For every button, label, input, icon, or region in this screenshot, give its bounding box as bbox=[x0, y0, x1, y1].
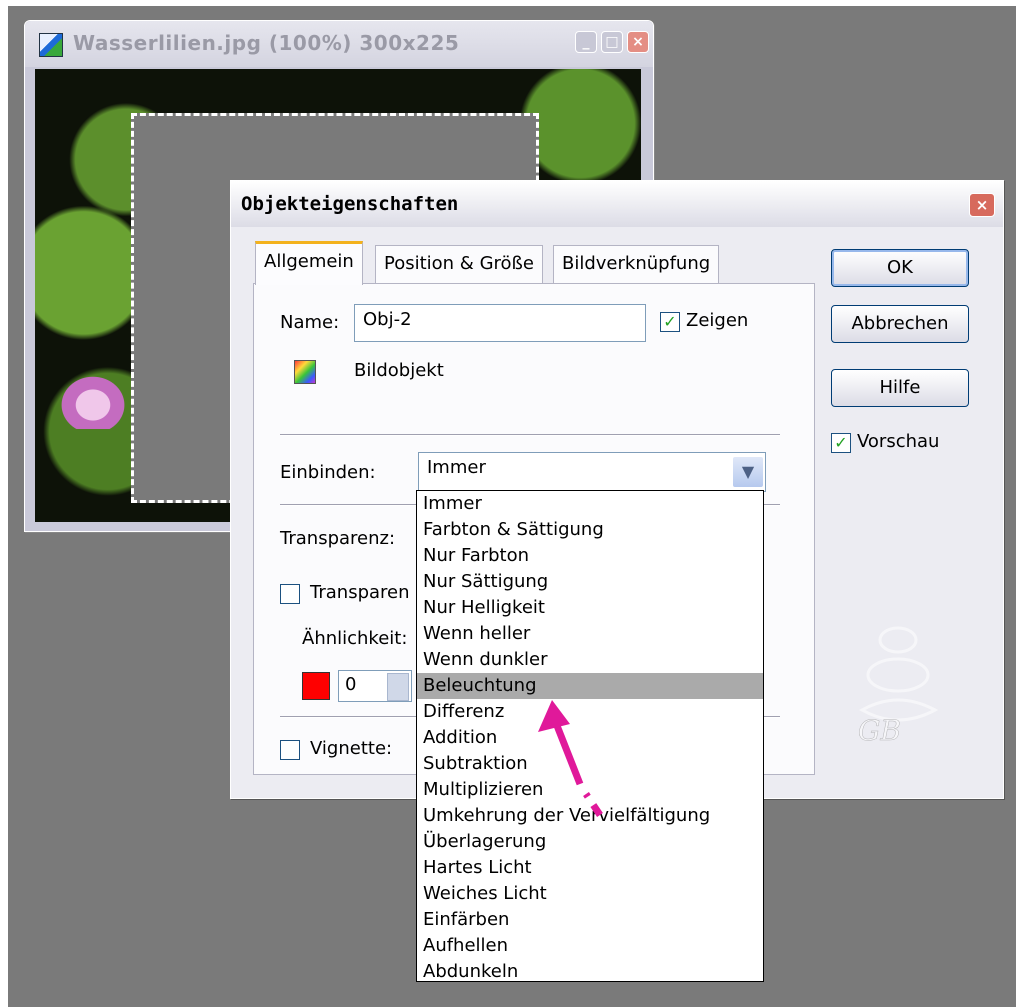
preview-checkbox[interactable]: ✓ bbox=[831, 433, 851, 453]
minimize-icon: _ bbox=[582, 34, 590, 50]
image-file-icon bbox=[39, 33, 63, 57]
water-lily-flower bbox=[53, 369, 133, 429]
dialog-close-button[interactable]: × bbox=[969, 193, 995, 217]
transparent-label: Transparen bbox=[310, 582, 410, 603]
close-icon: × bbox=[632, 34, 644, 50]
maximize-button[interactable]: □ bbox=[601, 31, 623, 53]
watermark-logo: GB bbox=[858, 626, 939, 747]
blend-mode-option[interactable]: Immer bbox=[417, 491, 763, 517]
show-checkbox[interactable]: ✓ bbox=[660, 312, 680, 332]
blend-mode-option[interactable]: Hartes Licht bbox=[417, 855, 763, 881]
blend-mode-option[interactable]: Einfärben bbox=[417, 907, 763, 933]
blend-mode-option[interactable]: Wenn dunkler bbox=[417, 647, 763, 673]
image-window-title: Wasserlilien.jpg (100%) 300x225 bbox=[73, 31, 460, 55]
svg-text:GB: GB bbox=[858, 714, 901, 747]
blend-mode-option[interactable]: Überlagerung bbox=[417, 829, 763, 855]
embed-label: Einbinden: bbox=[280, 462, 376, 483]
blend-mode-option[interactable]: Aufhellen bbox=[417, 933, 763, 959]
embed-select[interactable]: Immer bbox=[418, 452, 766, 492]
color-swatch[interactable] bbox=[302, 672, 330, 700]
cancel-button[interactable]: Abbrechen bbox=[831, 305, 969, 343]
vignette-checkbox[interactable] bbox=[280, 740, 300, 760]
preview-label: Vorschau bbox=[857, 431, 940, 452]
transparency-label: Transparenz: bbox=[280, 528, 396, 549]
tab-position-size[interactable]: Position & Größe bbox=[375, 245, 543, 283]
blend-mode-option[interactable]: Nur Helligkeit bbox=[417, 595, 763, 621]
separator bbox=[280, 434, 780, 436]
vignette-label: Vignette: bbox=[310, 738, 393, 759]
embed-select-value: Immer bbox=[427, 457, 486, 478]
close-button[interactable]: × bbox=[627, 31, 649, 53]
image-object-icon bbox=[294, 360, 316, 384]
spinner-value: 0 bbox=[345, 674, 357, 695]
object-type-label: Bildobjekt bbox=[354, 360, 444, 381]
maximize-icon: □ bbox=[605, 34, 619, 50]
spinner-arrows-icon[interactable] bbox=[387, 673, 409, 701]
blend-mode-option[interactable]: Wenn heller bbox=[417, 621, 763, 647]
help-button[interactable]: Hilfe bbox=[831, 369, 969, 407]
blend-mode-option[interactable]: Nur Farbton bbox=[417, 543, 763, 569]
tab-image-link[interactable]: Bildverknüpfung bbox=[553, 245, 720, 283]
annotation-arrow bbox=[538, 700, 603, 817]
similarity-label: Ähnlichkeit: bbox=[302, 628, 408, 649]
transparent-checkbox[interactable] bbox=[280, 584, 300, 604]
name-input[interactable]: Obj-2 bbox=[354, 304, 646, 342]
minimize-button[interactable]: _ bbox=[575, 31, 597, 53]
blend-mode-option[interactable]: Farbton & Sättigung bbox=[417, 517, 763, 543]
tab-allgemein[interactable]: Allgemein bbox=[255, 241, 363, 285]
dialog-titlebar[interactable]: Objekteigenschaften × bbox=[231, 181, 1003, 227]
blend-mode-option[interactable]: Abdunkeln bbox=[417, 959, 763, 985]
blend-mode-option[interactable]: Weiches Licht bbox=[417, 881, 763, 907]
image-window-titlebar[interactable]: Wasserlilien.jpg (100%) 300x225 _ □ × bbox=[25, 21, 653, 67]
blend-mode-option[interactable]: Nur Sättigung bbox=[417, 569, 763, 595]
show-label: Zeigen bbox=[686, 310, 749, 331]
similarity-spinner[interactable]: 0 bbox=[338, 670, 412, 702]
close-icon: × bbox=[975, 196, 989, 214]
dialog-title: Objekteigenschaften bbox=[241, 193, 459, 215]
ok-button[interactable]: OK bbox=[831, 249, 969, 287]
name-label: Name: bbox=[280, 312, 340, 333]
chevron-down-icon[interactable]: ▼ bbox=[732, 456, 764, 488]
